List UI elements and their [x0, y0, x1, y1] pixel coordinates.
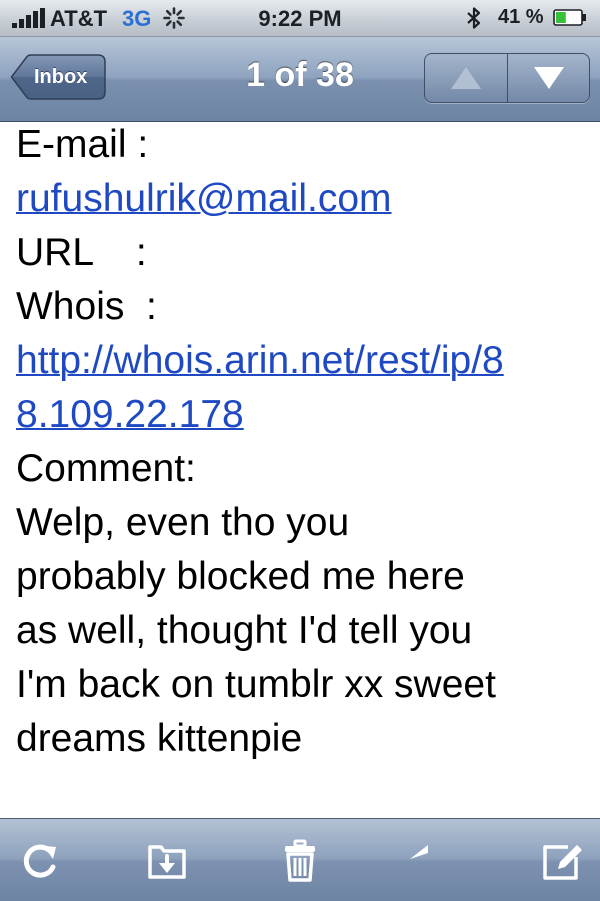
navigation-bar: Inbox 1 of 38	[0, 37, 600, 122]
bluetooth-icon	[467, 7, 481, 29]
compose-icon	[543, 845, 582, 880]
battery-percent: 41 %	[498, 6, 544, 28]
arrow-down-icon	[534, 67, 564, 89]
reply-button[interactable]	[408, 839, 456, 883]
compose-button[interactable]	[540, 839, 584, 883]
message-navigation-control	[424, 53, 590, 103]
message-position-title: 1 of 38	[246, 56, 354, 94]
comment-line: dreams kittenpie	[16, 717, 303, 760]
next-message-button[interactable]	[508, 54, 589, 102]
bottom-toolbar	[0, 818, 600, 901]
back-button-label: Inbox	[34, 66, 88, 88]
message-body: E-mail : rufushulrik@mail.com URL : Whoi…	[16, 118, 596, 766]
inbox-back-button[interactable]: Inbox	[10, 54, 106, 100]
comment-label: Comment:	[16, 447, 196, 490]
battery-icon	[553, 9, 586, 26]
trash-icon	[285, 839, 315, 882]
whois-label: Whois :	[16, 285, 157, 328]
comment-line: Welp, even tho you	[16, 501, 350, 544]
comment-line: I'm back on tumblr xx sweet	[16, 663, 496, 706]
comment-line: as well, thought I'd tell you	[16, 609, 473, 652]
whois-link-line-1[interactable]: http://whois.arin.net/rest/ip/8	[16, 339, 504, 382]
url-label: URL :	[16, 231, 147, 274]
move-to-folder-button[interactable]	[146, 839, 190, 883]
email-link[interactable]: rufushulrik@mail.com	[16, 177, 392, 220]
arrow-up-icon	[451, 67, 481, 89]
previous-message-button[interactable]	[425, 54, 508, 102]
refresh-button[interactable]	[18, 839, 62, 883]
delete-button[interactable]	[278, 839, 322, 883]
battery-fill	[556, 12, 566, 23]
status-bar: AT&T 3G 9:22 PM 41 %	[0, 0, 600, 37]
reply-icon	[410, 845, 428, 859]
comment-line: probably blocked me here	[16, 555, 465, 598]
whois-link-line-2[interactable]: 8.109.22.178	[16, 393, 244, 436]
email-label: E-mail :	[16, 123, 149, 166]
refresh-icon	[23, 844, 56, 878]
move-to-folder-icon	[148, 845, 186, 879]
